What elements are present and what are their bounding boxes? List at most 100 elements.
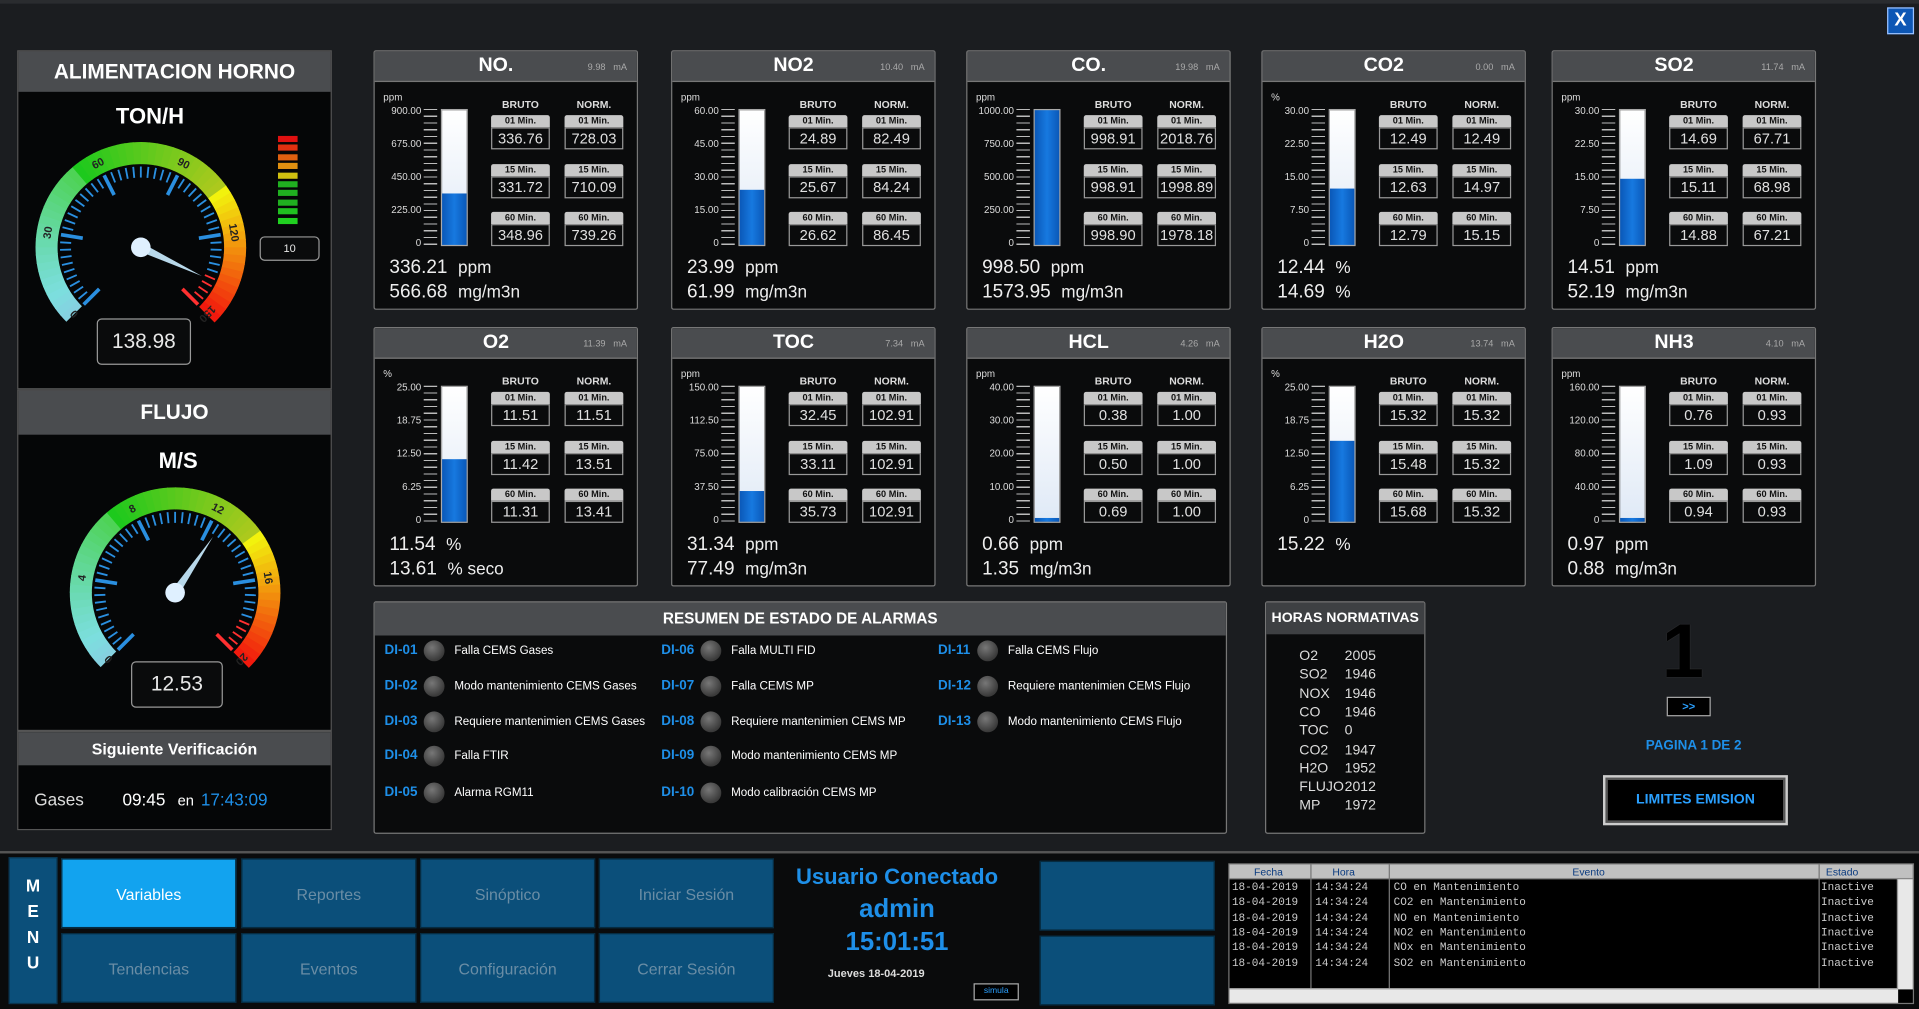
simula-button[interactable]: simula: [973, 983, 1019, 1001]
norm-cell: 01 Min. 12.49: [1452, 115, 1512, 152]
norm-cell: 01 Min. 11.51: [564, 391, 624, 429]
norm-cell: 60 Min. 0.93: [1742, 488, 1802, 526]
analyzer-ma: 10.40 mA: [880, 61, 925, 73]
bruto-header: BRUTO: [799, 374, 837, 387]
alarm-item: DI-01 Falla CEMS Gases: [385, 640, 553, 662]
analyzer-header: CO2 0.00 mA: [1262, 51, 1525, 83]
scale-tick: 150.00: [688, 382, 719, 394]
norm-cell: 15 Min. 13.51: [564, 440, 624, 478]
norm-cell: 15 Min. 14.97: [1452, 164, 1512, 201]
user-info: Usuario Conectado admin 15:01:51 Jueves …: [779, 857, 1015, 1004]
level-fill: [739, 490, 765, 522]
blank-button-1[interactable]: [1039, 860, 1215, 931]
scale-tick: 500.00: [984, 171, 1014, 183]
gauge-tick-label: 120: [226, 223, 241, 243]
event-log: Fecha Hora Evento Estado 18-04-2019 14:34…: [1228, 863, 1915, 1005]
alarm-led-icon: [700, 711, 722, 733]
scale-ruler: [1016, 385, 1030, 523]
norm-cell: 15 Min. 102.91: [862, 440, 921, 478]
scale-tick: 40.00: [989, 382, 1014, 394]
alarm-item: DI-11 Falla CEMS Flujo: [938, 640, 1098, 662]
scale-tick: 22.50: [1574, 138, 1600, 150]
limites-emision-button[interactable]: LIMITES EMISION: [1603, 775, 1788, 826]
analyzer-panel: O2 11.39 mA% 25.00 18.75 12.50 6.25 0 BRUTO NORM…: [373, 326, 639, 587]
bruto-header: BRUTO: [1094, 374, 1132, 387]
scale-tick: 15.00: [694, 204, 719, 216]
next-page-button[interactable]: >>: [1666, 696, 1711, 717]
alarm-led-icon: [423, 675, 445, 697]
bruto-cell: 01 Min. 15.32: [1378, 391, 1438, 429]
horas-row: SO2 1946: [1299, 667, 1376, 683]
horas-row: CO2 1947: [1299, 742, 1376, 758]
alarm-id: DI-03: [384, 713, 418, 729]
norm-header: NORM.: [1754, 374, 1790, 387]
horas-row: NOX 1946: [1299, 686, 1376, 702]
flujo-panel: FLUJO M/S 0 4 8 12 16 20 12.53: [17, 389, 332, 732]
flow-value: 12.53: [131, 661, 223, 708]
analyzer-panel: NH3 4.10 mA ppm 160.00 120.00 80.00 40.00 0 BRUT…: [1551, 326, 1817, 587]
norm-header: NORM.: [874, 374, 909, 387]
analyzer-panel: HCL 4.26 mA ppm 40.00 30.00 20.00 10.00 0 BRUTO N…: [966, 326, 1231, 587]
analyzer-ma: 4.10 mA: [1765, 337, 1806, 349]
nav-iniciar-sesion[interactable]: Iniciar Sesión: [598, 858, 774, 929]
reading-normalized: 1.35 mg/m3n: [982, 558, 1092, 580]
scale-tick: 10.00: [989, 481, 1014, 493]
alarm-item: DI-04 Falla FTIR: [385, 745, 509, 767]
nav-eventos[interactable]: Eventos: [241, 933, 417, 1003]
norm-header: NORM.: [1169, 97, 1204, 111]
col-fecha[interactable]: Fecha: [1254, 866, 1283, 878]
norm-cell: 60 Min. 67.21: [1742, 211, 1802, 249]
scale-tick: 0: [1303, 514, 1310, 526]
reading-normalized: 1573.95 mg/m3n: [982, 281, 1124, 303]
bruto-cell: 60 Min. 0.94: [1669, 488, 1728, 526]
bruto-cell: 15 Min. 15.11: [1669, 164, 1728, 201]
close-button[interactable]: X: [1887, 7, 1915, 35]
level-fill: [442, 193, 467, 245]
verificacion-title: Siguiente Verificación: [18, 732, 331, 766]
alarm-text: Falla FTIR: [454, 749, 509, 763]
col-estado[interactable]: Estado: [1826, 866, 1858, 878]
col-evento[interactable]: Evento: [1572, 866, 1604, 878]
analyzer-name: CO2: [1363, 55, 1404, 76]
nav-variables[interactable]: Variables: [61, 858, 237, 929]
nav-reportes[interactable]: Reportes: [241, 858, 417, 929]
analyzer-unit: ppm: [383, 91, 403, 103]
nav-tendencias[interactable]: Tendencias: [61, 933, 237, 1003]
level-bar: [1618, 108, 1646, 247]
level-fill: [1329, 188, 1355, 245]
nav-cerrar-sesion[interactable]: Cerrar Sesión: [598, 933, 774, 1003]
bruto-cell: 15 Min. 0.50: [1083, 440, 1143, 478]
bruto-cell: 60 Min. 348.96: [491, 211, 550, 249]
vertical-scrollbar[interactable]: [1896, 879, 1913, 990]
bruto-header: BRUTO: [1680, 97, 1717, 111]
alarm-text: Requiere mantenimien CEMS MP: [731, 715, 906, 729]
analyzer-ma: 0.00 mA: [1475, 61, 1515, 73]
bruto-header: BRUTO: [1680, 374, 1717, 387]
horas-row: CO 1946: [1299, 705, 1376, 720]
bruto-cell: 01 Min. 998.91: [1083, 115, 1143, 152]
analyzer-unit: %: [1271, 91, 1280, 103]
horizontal-scrollbar[interactable]: [1229, 988, 1899, 1003]
bruto-header: BRUTO: [1389, 374, 1427, 387]
scale-ruler: [423, 385, 438, 523]
alarm-item: DI-03 Requiere mantenimien CEMS Gases: [384, 711, 645, 733]
norm-cell: 01 Min. 1.00: [1157, 391, 1217, 429]
norm-cell: 01 Min. 0.93: [1742, 391, 1802, 429]
verificacion-label: Gases: [34, 789, 84, 810]
analyzer-header: O2 11.39 mA: [374, 328, 637, 359]
norm-header: NORM.: [1464, 374, 1500, 387]
analyzer-unit: ppm: [680, 368, 700, 380]
nav-sinoptico[interactable]: Sinóptico: [420, 858, 596, 929]
analyzer-name: HCL: [1068, 331, 1109, 353]
scale-tick: 0: [713, 237, 719, 249]
scale-tick: 7.50: [1580, 204, 1600, 216]
nav-configuracion[interactable]: Configuración: [420, 933, 596, 1003]
scale-tick: 60.00: [694, 105, 719, 117]
menu-button[interactable]: M E N U: [8, 857, 58, 1005]
bruto-cell: 60 Min. 14.88: [1669, 211, 1728, 249]
menu-letter: N: [26, 926, 40, 947]
level-indicator: [277, 135, 298, 227]
col-hora[interactable]: Hora: [1332, 866, 1355, 878]
blank-button-2[interactable]: [1039, 935, 1215, 1006]
alarm-led-icon: [423, 711, 445, 733]
